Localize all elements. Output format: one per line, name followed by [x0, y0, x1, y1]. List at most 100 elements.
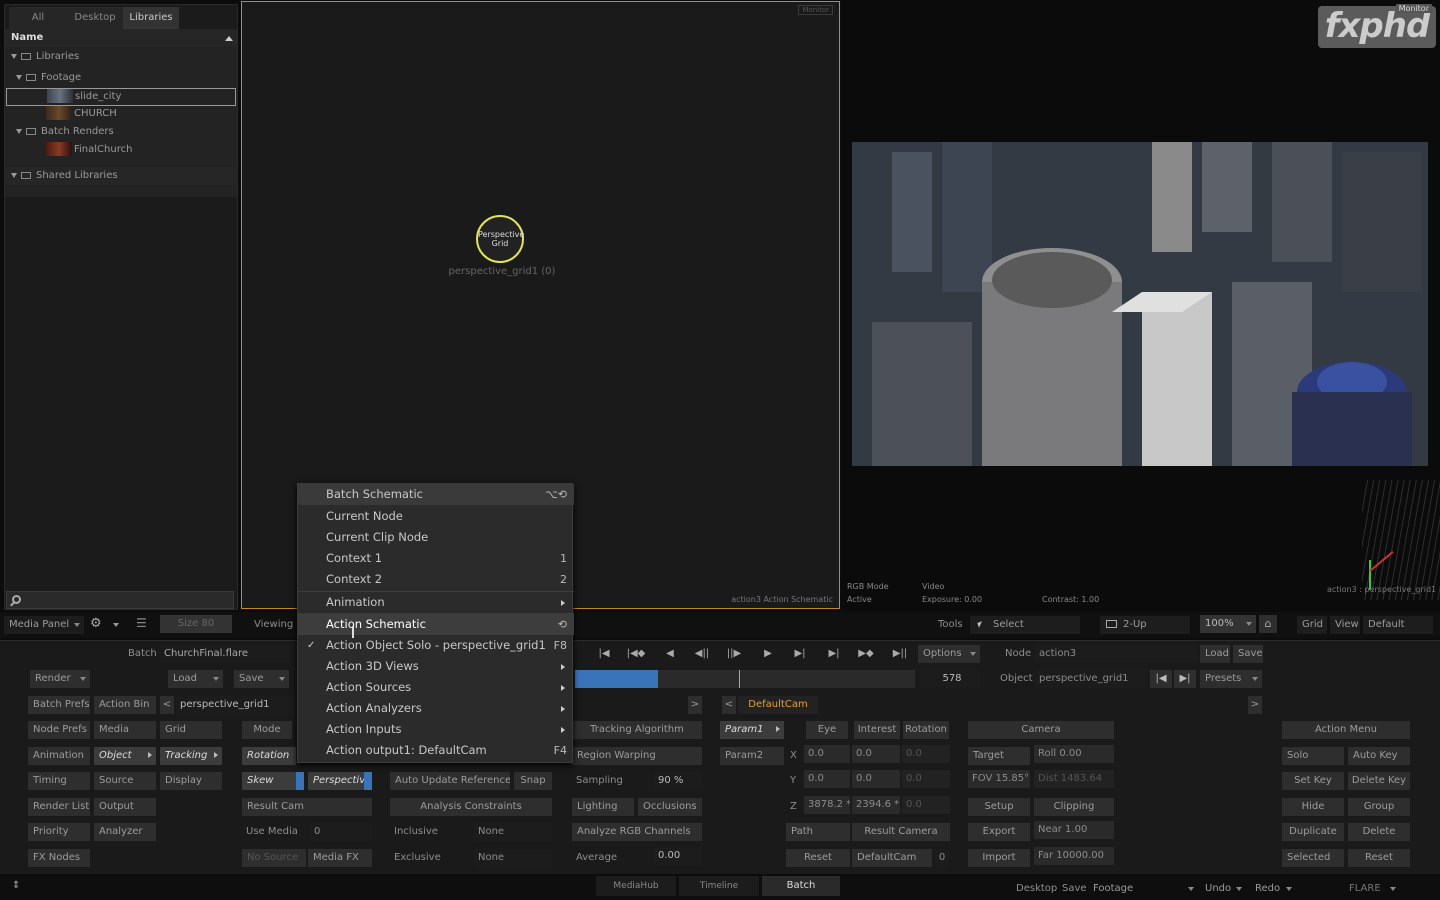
go-end-icon[interactable]: ▶|	[820, 645, 848, 663]
menu-item-action-output1[interactable]: Action output1: DefaultCam F4	[298, 740, 574, 761]
hide-button[interactable]: Hide	[1282, 798, 1344, 816]
camera-reset-button[interactable]: Reset	[786, 849, 850, 867]
status-icon[interactable]: ⇕	[12, 880, 20, 891]
param2-button[interactable]: Param2	[720, 747, 784, 765]
selected-button[interactable]: Selected	[1282, 849, 1344, 867]
prev-key-icon[interactable]: |◀◆	[622, 645, 650, 663]
media-fx-button[interactable]: Media FX	[308, 849, 372, 867]
step-forward-icon[interactable]: ||▶	[720, 645, 748, 663]
fov-field[interactable]: FOV 15.85° *	[968, 770, 1030, 788]
group-button[interactable]: Group	[1348, 798, 1410, 816]
distance-field[interactable]: Dist 1483.64	[1034, 770, 1114, 788]
batch-load-button[interactable]: Load	[168, 670, 223, 688]
snap-button[interactable]: Snap	[514, 772, 552, 790]
param1-button[interactable]: Param1	[720, 721, 784, 739]
result-viewer[interactable]: fxphd Monitor RGB Mode Active Video Expo…	[842, 0, 1440, 610]
x-eye-field[interactable]: 0.0	[804, 745, 850, 763]
duplicate-button[interactable]: Duplicate	[1282, 823, 1344, 841]
tracking-algorithm-button[interactable]: Tracking Algorithm	[572, 721, 702, 739]
far-field[interactable]: Far 10000.00	[1034, 847, 1114, 865]
object-button[interactable]: Object	[94, 747, 156, 765]
size-slider[interactable]: Size 80	[160, 615, 232, 633]
media-button[interactable]: Media	[94, 721, 156, 739]
prev-object-icon[interactable]: |◀	[1150, 670, 1172, 688]
rotation-mode-button[interactable]: Rotation	[242, 747, 296, 765]
display-button[interactable]: Display	[160, 772, 222, 790]
next-key-icon[interactable]: ▶|	[786, 645, 814, 663]
grid-node-button[interactable]: Grid	[160, 721, 222, 739]
set-in-icon[interactable]: ▶◆	[852, 645, 880, 663]
play-reverse-icon[interactable]: ◀	[656, 645, 684, 663]
clipping-button[interactable]: Clipping	[1034, 798, 1114, 816]
source-button[interactable]: Source	[94, 772, 156, 790]
home-button[interactable]: ⌂	[1259, 615, 1277, 633]
default-cam-button[interactable]: DefaultCam	[852, 849, 932, 867]
library-tab-desktop[interactable]: Desktop	[67, 7, 123, 29]
zoom-dropdown[interactable]: 100%	[1200, 615, 1256, 633]
skew-mode-button[interactable]: Skew	[242, 772, 296, 790]
view-button[interactable]: View	[1330, 616, 1360, 634]
menu-item-current-clip-node[interactable]: Current Clip Node	[298, 527, 574, 548]
region-warping-button[interactable]: Region Warping	[572, 747, 702, 765]
menu-item-action-inputs[interactable]: Action Inputs	[298, 719, 574, 740]
setup-button[interactable]: Setup	[968, 798, 1030, 816]
import-button[interactable]: Import	[968, 849, 1030, 867]
fx-nodes-button[interactable]: FX Nodes	[28, 849, 90, 867]
library-tab-all[interactable]: All	[9, 7, 67, 29]
tree-item-slide-city[interactable]: slide_city	[6, 88, 236, 106]
prev-camera-icon[interactable]: <	[722, 696, 736, 714]
object-field[interactable]: perspective_grid1	[1035, 670, 1147, 688]
tab-batch[interactable]: Batch	[762, 876, 840, 896]
use-media-field[interactable]: 0	[310, 823, 372, 841]
options-dropdown[interactable]: Options	[918, 645, 980, 663]
menu-item-animation[interactable]: Animation	[298, 592, 574, 613]
occlusions-button[interactable]: Occlusions	[638, 798, 702, 816]
analysis-constraints-button[interactable]: Analysis Constraints	[390, 798, 552, 816]
menu-item-action-schematic[interactable]: Action Schematic ⟲	[298, 614, 574, 635]
menu-item-action-3d-views[interactable]: Action 3D Views	[298, 656, 574, 677]
exclusive-field[interactable]: None	[474, 849, 552, 867]
default-view-button[interactable]: Default	[1363, 616, 1433, 634]
next-camera-icon[interactable]: >	[1248, 696, 1262, 714]
tracking-button[interactable]: Tracking	[160, 747, 222, 765]
perspective-grid-node[interactable]: Perspective Grid	[476, 215, 524, 263]
library-column-header[interactable]: Name	[5, 29, 237, 47]
inclusive-field[interactable]: None	[474, 823, 552, 841]
roll-field[interactable]: Roll 0.00	[1034, 745, 1114, 763]
tree-item-shared-libraries[interactable]: Shared Libraries	[6, 167, 236, 185]
library-search-field[interactable]	[6, 591, 234, 609]
action-bin-button[interactable]: Action Bin	[94, 696, 156, 714]
sampling-field[interactable]: 90 %	[654, 772, 702, 790]
lighting-button[interactable]: Lighting	[572, 798, 634, 816]
tree-item-libraries[interactable]: Libraries	[6, 48, 236, 66]
grid-button[interactable]: Grid	[1297, 616, 1327, 634]
redo-dropdown[interactable]: Redo	[1250, 880, 1296, 898]
menu-item-batch-schematic[interactable]: Batch Schematic ⌥⟲	[298, 484, 574, 505]
result-cam-button[interactable]: Result Cam	[242, 798, 372, 816]
delete-button[interactable]: Delete	[1348, 823, 1410, 841]
menu-item-action-object-solo[interactable]: ✓ Action Object Solo - perspective_grid1 F…	[298, 635, 574, 656]
chevron-down-icon[interactable]	[113, 623, 119, 627]
gear-icon[interactable]: ⚙	[90, 617, 104, 631]
timing-button[interactable]: Timing	[28, 772, 90, 790]
render-list-button[interactable]: Render List	[28, 798, 90, 816]
node-load-button[interactable]: Load	[1200, 645, 1230, 663]
tree-item-church[interactable]: CHURCH	[6, 105, 236, 123]
frame-number-field[interactable]: 578	[920, 670, 980, 688]
tree-item-footage[interactable]: Footage	[6, 69, 236, 87]
back-arrow-icon[interactable]: >	[688, 696, 702, 714]
target-button[interactable]: Target	[968, 747, 1030, 765]
priority-button[interactable]: Priority	[28, 823, 90, 841]
node-save-button[interactable]: Save	[1233, 645, 1263, 663]
path-button[interactable]: Path	[786, 823, 850, 841]
export-button[interactable]: Export	[968, 823, 1030, 841]
delete-key-button[interactable]: Delete Key	[1348, 772, 1410, 790]
y-interest-field[interactable]: 0.0	[852, 770, 900, 788]
menu-item-context-2[interactable]: Context 22	[298, 569, 574, 590]
node-field[interactable]: action3	[1035, 645, 1197, 663]
z-rotation-field[interactable]: 0.0	[902, 796, 950, 814]
no-source-button[interactable]: No Source	[242, 849, 306, 867]
x-rotation-field[interactable]: 0.0	[902, 745, 950, 763]
y-rotation-field[interactable]: 0.0	[902, 770, 950, 788]
x-interest-field[interactable]: 0.0	[852, 745, 900, 763]
